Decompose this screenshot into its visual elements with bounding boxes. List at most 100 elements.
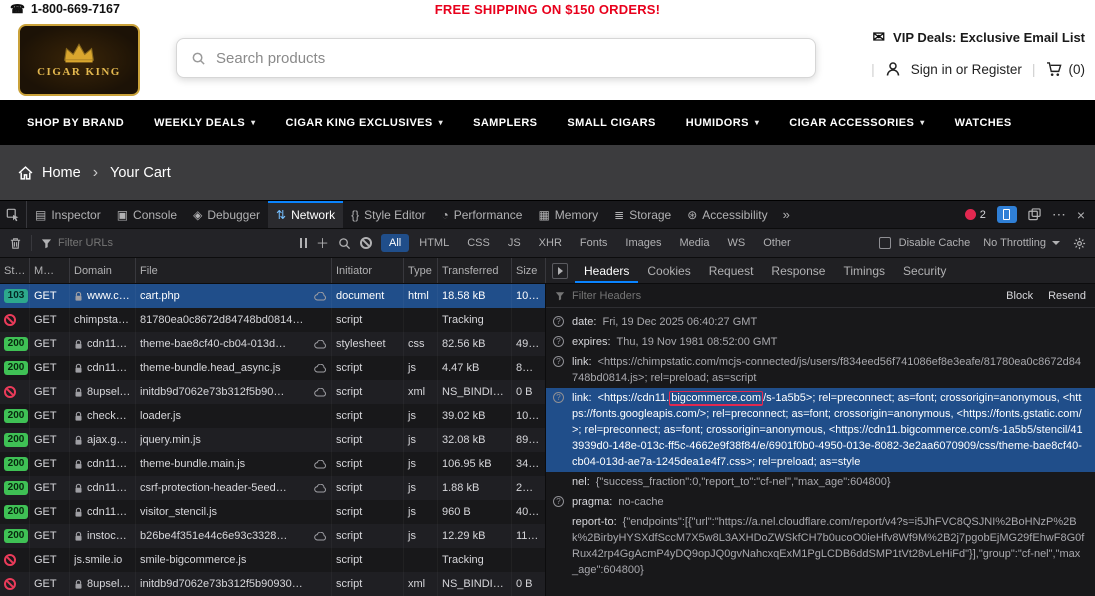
details-tab-response[interactable]: Response <box>762 258 834 283</box>
nav-item-cigar-accessories[interactable]: CIGAR ACCESSORIES▾ <box>789 117 924 129</box>
tab-inspector[interactable]: ▤Inspector <box>27 201 109 228</box>
column-header-transferred[interactable]: Transferred <box>438 258 512 283</box>
disable-cache-label[interactable]: Disable Cache <box>899 237 971 249</box>
type-cell: js <box>404 524 438 548</box>
tab-debugger[interactable]: ◈Debugger <box>185 201 268 228</box>
network-request-row[interactable]: 103GETwww.c…cart.phpdocumenthtml18.58 kB… <box>0 284 545 308</box>
help-icon[interactable]: ? <box>553 316 564 327</box>
network-request-row[interactable]: 200GETcdn11…theme-bundle.main.jsscriptjs… <box>0 452 545 476</box>
header-name: nel <box>572 476 596 488</box>
network-request-row[interactable]: 200GETcdn11…theme-bundle.head_async.jssc… <box>0 356 545 380</box>
help-icon[interactable]: ? <box>553 336 564 347</box>
tab-network[interactable]: ⇅Network <box>268 201 343 228</box>
nav-item-small-cigars[interactable]: SMALL CIGARS <box>567 117 655 129</box>
details-tab-cookies[interactable]: Cookies <box>638 258 699 283</box>
column-header-file[interactable]: File <box>136 258 332 283</box>
pick-element-button[interactable] <box>0 201 27 228</box>
column-header-m[interactable]: M… <box>30 258 70 283</box>
tab-performance[interactable]: ◔Performance <box>433 201 530 228</box>
filter-images[interactable]: Images <box>617 234 669 252</box>
header-row[interactable]: ?link<https://cdn11.bigcommerce.com/s-1a… <box>546 388 1095 472</box>
help-icon[interactable]: ? <box>553 356 564 367</box>
help-icon[interactable]: ? <box>553 392 564 403</box>
vip-deals-link[interactable]: ✉ VIP Deals: Exclusive Email List <box>872 28 1085 46</box>
filter-all[interactable]: All <box>381 234 409 252</box>
nav-item-label: SMALL CIGARS <box>567 117 655 129</box>
pop-out-button[interactable] <box>1028 208 1041 221</box>
tab-console[interactable]: ▣Console <box>109 201 185 228</box>
header-row[interactable]: ?pragmano-cache <box>546 492 1095 512</box>
details-tab-timings[interactable]: Timings <box>834 258 894 283</box>
error-count-button[interactable]: 2 <box>965 209 986 221</box>
tab-storage[interactable]: ≣Storage <box>606 201 679 228</box>
block-requests-button[interactable] <box>360 237 372 249</box>
column-header-initiator[interactable]: Initiator <box>332 258 404 283</box>
tab-style-editor[interactable]: {}Style Editor <box>343 201 433 228</box>
details-tab-security[interactable]: Security <box>894 258 955 283</box>
network-request-row[interactable]: GETjs.smile.iosmile-bigcommerce.jsscript… <box>0 548 545 572</box>
network-request-row[interactable]: 200GETcheck…loader.jsscriptjs39.02 kB10… <box>0 404 545 428</box>
filter-media[interactable]: Media <box>672 234 718 252</box>
responsive-design-mode-button[interactable] <box>997 206 1017 223</box>
header-row[interactable]: nel{"success_fraction":0,"report_to":"cf… <box>546 472 1095 492</box>
details-tab-request[interactable]: Request <box>700 258 763 283</box>
transferred-cell: Tracking <box>438 308 512 332</box>
throttling-select[interactable]: No Throttling <box>978 234 1065 252</box>
filter-other[interactable]: Other <box>755 234 799 252</box>
header-row[interactable]: ?dateFri, 19 Dec 2025 06:40:27 GMT <box>546 312 1095 332</box>
lock-icon <box>74 363 83 374</box>
nav-item-weekly-deals[interactable]: WEEKLY DEALS▾ <box>154 117 255 129</box>
nav-item-shop-by-brand[interactable]: SHOP BY BRAND <box>27 117 124 129</box>
site-logo[interactable]: CIGAR KING <box>18 24 140 96</box>
column-header-size[interactable]: Size <box>512 258 546 283</box>
network-request-row[interactable]: 200GETajax.g…jquery.min.jsscriptjs32.08 … <box>0 428 545 452</box>
network-request-row[interactable]: GET8upsel…initdb9d7062e73b312f5b90…scrip… <box>0 380 545 404</box>
filter-html[interactable]: HTML <box>411 234 457 252</box>
details-tab-headers[interactable]: Headers <box>575 258 638 283</box>
header-row[interactable]: report-to{"endpoints":[{"url":"https://a… <box>546 512 1095 580</box>
network-request-row[interactable]: 200GETcdn11…visitor_stencil.jsscriptjs96… <box>0 500 545 524</box>
nav-item-samplers[interactable]: SAMPLERS <box>473 117 537 129</box>
clear-requests-button[interactable] <box>9 237 22 250</box>
filter-css[interactable]: CSS <box>459 234 498 252</box>
column-header-st[interactable]: St… <box>0 258 30 283</box>
network-request-row[interactable]: 200GETcdn11…csrf-protection-header-5eed…… <box>0 476 545 500</box>
add-request-button[interactable]: ＋ <box>316 237 329 250</box>
resend-button[interactable]: Resend <box>1048 290 1086 302</box>
nav-item-cigar-king-exclusives[interactable]: CIGAR KING EXCLUSIVES▾ <box>286 117 444 129</box>
search-input[interactable] <box>216 50 801 67</box>
nav-item-humidors[interactable]: HUMIDORS▾ <box>686 117 760 129</box>
close-devtools-button[interactable]: × <box>1077 207 1085 223</box>
domain-label: js.smile.io <box>74 554 122 566</box>
network-request-row[interactable]: 200GETinstoc…b26be4f351e44c6e93c3328…scr… <box>0 524 545 548</box>
more-tabs-button[interactable]: » <box>776 201 797 228</box>
network-settings-button[interactable] <box>1073 237 1086 250</box>
column-header-domain[interactable]: Domain <box>70 258 136 283</box>
block-button[interactable]: Block <box>1006 290 1033 302</box>
filter-urls-input[interactable] <box>58 237 291 249</box>
tab-accessibility[interactable]: ⊛Accessibility <box>679 201 775 228</box>
filter-xhr[interactable]: XHR <box>531 234 570 252</box>
filter-js[interactable]: JS <box>500 234 529 252</box>
network-request-row[interactable]: GETchimpsta…81780ea0c8672d84748bd0814…sc… <box>0 308 545 332</box>
filter-headers-input[interactable] <box>572 290 999 302</box>
tab-memory[interactable]: ▦Memory <box>530 201 606 228</box>
filter-fonts[interactable]: Fonts <box>572 234 616 252</box>
signin-register-link[interactable]: Sign in or Register <box>911 62 1022 77</box>
disable-cache-checkbox[interactable] <box>879 237 891 249</box>
filter-ws[interactable]: WS <box>719 234 753 252</box>
column-header-type[interactable]: Type <box>404 258 438 283</box>
network-request-row[interactable]: 200GETcdn11…theme-bae8cf40-cb04-013d…sty… <box>0 332 545 356</box>
nav-item-watches[interactable]: WATCHES <box>955 117 1012 129</box>
devtools-menu-button[interactable]: ⋯ <box>1052 206 1066 223</box>
breadcrumb-home-link[interactable]: Home <box>18 165 81 181</box>
cart-button[interactable]: (0) <box>1046 62 1086 77</box>
pause-recording-button[interactable] <box>300 238 307 248</box>
header-row[interactable]: ?expiresThu, 19 Nov 1981 08:52:00 GMT <box>546 332 1095 352</box>
network-request-row[interactable]: GET8upsel…initdb9d7062e73b312f5b90930…sc… <box>0 572 545 596</box>
header-row[interactable]: ?link<https://chimpstatic.com/mcjs-conne… <box>546 352 1095 388</box>
details-pane-toggle-icon[interactable] <box>552 263 568 279</box>
cart-icon <box>1046 62 1063 77</box>
help-icon[interactable]: ? <box>553 496 564 507</box>
search-requests-button[interactable] <box>338 237 351 250</box>
